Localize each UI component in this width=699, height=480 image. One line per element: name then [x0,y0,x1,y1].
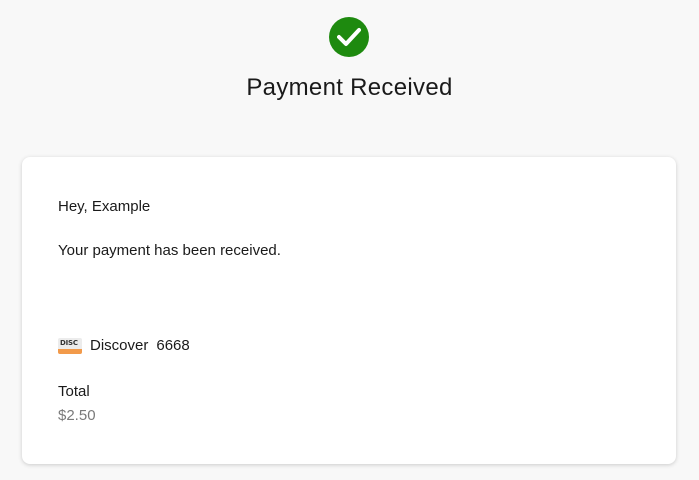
payment-method: DISC Discover 6668 [58,337,190,354]
check-circle-icon [329,17,369,57]
total-value: $2.50 [58,407,96,424]
payment-received-page: Payment Received Hey, Example Your payme… [0,0,699,480]
card-logo-text: DISC [60,338,78,347]
page-title: Payment Received [246,74,453,101]
greeting-text: Hey, Example [58,198,151,215]
payment-message: Your payment has been received. [58,242,281,259]
receipt-card: Hey, Example Your payment has been recei… [22,157,676,464]
card-brand: Discover [90,337,149,354]
checkmark-icon [337,28,361,46]
card-logo-stripe [58,348,82,354]
card-last4: 6668 [156,337,190,354]
discover-card-icon: DISC [58,337,82,354]
total-label: Total [58,383,90,400]
